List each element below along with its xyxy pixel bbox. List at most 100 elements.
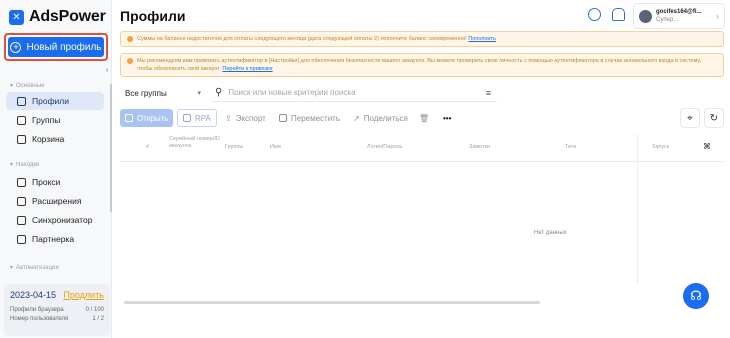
partner-icon bbox=[17, 234, 26, 244]
new-profile-button[interactable]: + Новый профиль bbox=[8, 37, 104, 57]
top-up-link[interactable]: Пополнить bbox=[468, 36, 496, 42]
column-note: Заметки bbox=[469, 144, 491, 150]
logo: ✕ AdsPower bbox=[9, 8, 106, 26]
browser-profiles-label: Профили браузера bbox=[10, 307, 64, 313]
section-label: Автоматизация bbox=[16, 264, 59, 271]
section-automation[interactable]: ▾ Автоматизация bbox=[10, 264, 59, 272]
page-title: Профили bbox=[120, 8, 186, 24]
group-select-value: Все группы bbox=[125, 88, 167, 98]
chevron-down-icon: ▾ bbox=[197, 90, 201, 97]
open-icon bbox=[125, 114, 133, 122]
column-settings-icon[interactable]: ⌘ bbox=[703, 143, 711, 151]
logo-text: AdsPower bbox=[29, 8, 106, 25]
warning-icon bbox=[127, 36, 133, 42]
balance-notice: Суммы на балансе недостаточно для оплаты… bbox=[120, 31, 724, 47]
sync-status-icon[interactable] bbox=[588, 8, 601, 21]
column-login: Логин/Пароль bbox=[367, 144, 403, 150]
empty-state: Нет данных bbox=[534, 230, 567, 236]
checkbox-column[interactable]: # bbox=[146, 144, 149, 151]
share-button[interactable]: ↗ Поделиться bbox=[348, 109, 413, 127]
support-button[interactable]: ☊ bbox=[683, 283, 709, 309]
horizontal-scrollbar[interactable] bbox=[124, 301, 540, 304]
warning-icon bbox=[127, 58, 133, 64]
open-button[interactable]: Открыть bbox=[120, 109, 174, 127]
filter-icon[interactable]: ≡ bbox=[486, 88, 491, 98]
sidebar-item-trash[interactable]: Корзина bbox=[6, 130, 104, 148]
section-finds[interactable]: ▾ Находки bbox=[10, 161, 40, 169]
subscription-panel: 2023-04-15 Продлить Профили браузера 0 /… bbox=[4, 284, 110, 336]
search-input[interactable] bbox=[228, 88, 469, 97]
adspower-logo-icon: ✕ bbox=[9, 9, 24, 25]
more-icon: ••• bbox=[443, 113, 452, 123]
user-number-value: 1 / 2 bbox=[92, 316, 104, 322]
move-icon bbox=[279, 114, 287, 122]
sidebar-item-label: Синхронизатор bbox=[32, 215, 93, 225]
chevron-down-icon: ▾ bbox=[10, 83, 14, 89]
chevron-down-icon: ▾ bbox=[10, 265, 14, 271]
rpa-label: RPA bbox=[195, 113, 211, 123]
pin-icon: ⌖ bbox=[687, 112, 693, 124]
avatar bbox=[639, 9, 652, 23]
trash-icon bbox=[17, 134, 26, 144]
move-button[interactable]: Переместить bbox=[274, 109, 345, 127]
sidebar-item-label: Корзина bbox=[32, 134, 65, 144]
puzzle-icon bbox=[17, 196, 26, 206]
export-button[interactable]: ⇪ Экспорт bbox=[220, 109, 271, 127]
search-bar: ⚲ ≡ bbox=[212, 84, 497, 102]
sidebar-item-partners[interactable]: Партнерка bbox=[6, 230, 104, 248]
table-header: # Серийный номер/ID аккаунта Группы Имя … bbox=[120, 134, 724, 162]
chevron-down-icon: ▾ bbox=[10, 162, 14, 168]
section-label: Основные bbox=[16, 82, 45, 89]
browser-profiles-value: 0 / 100 bbox=[85, 307, 104, 313]
search-icon: ⚲ bbox=[215, 87, 223, 98]
sync-icon bbox=[17, 215, 26, 225]
sidebar-scrollbar[interactable] bbox=[110, 84, 112, 212]
extend-link[interactable]: Продлить bbox=[63, 290, 104, 300]
proxy-icon bbox=[17, 177, 26, 187]
new-profile-highlight: + Новый профиль bbox=[4, 33, 108, 61]
share-label: Поделиться bbox=[363, 113, 408, 123]
section-label: Находки bbox=[16, 161, 40, 168]
authenticator-notice: Мы рекомендуем вам привязать аутентифика… bbox=[120, 53, 724, 77]
sidebar-item-proxy[interactable]: Прокси bbox=[6, 173, 104, 191]
more-button[interactable]: ••• bbox=[438, 109, 456, 127]
bind-authenticator-link[interactable]: Перейти к привязке bbox=[222, 66, 272, 72]
sidebar-item-label: Расширения bbox=[32, 196, 82, 206]
sidebar-item-profiles[interactable]: Профили bbox=[6, 92, 104, 110]
folder-icon bbox=[17, 96, 26, 106]
subscription-date: 2023-04-15 bbox=[10, 290, 57, 300]
open-label: Открыть bbox=[137, 113, 169, 123]
sidebar-item-extensions[interactable]: Расширения bbox=[6, 192, 104, 210]
sidebar-item-label: Прокси bbox=[32, 177, 61, 187]
notice-text: Суммы на балансе недостаточно для оплаты… bbox=[137, 36, 467, 42]
sidebar-item-synchronizer[interactable]: Синхронизатор bbox=[6, 211, 104, 229]
bell-icon[interactable] bbox=[612, 8, 625, 21]
group-select[interactable]: Все группы ▾ bbox=[120, 84, 206, 102]
sidebar-item-label: Группы bbox=[32, 115, 61, 125]
export-label: Экспорт bbox=[235, 113, 266, 123]
groups-icon bbox=[17, 115, 26, 125]
sidebar-item-label: Партнерка bbox=[32, 234, 75, 244]
refresh-button[interactable]: ↻ bbox=[704, 108, 724, 128]
refresh-icon: ↻ bbox=[709, 112, 719, 124]
column-name: Имя bbox=[270, 144, 281, 150]
app-window: ✕ AdsPower + Новый профиль ‹ ▾ Основные … bbox=[0, 0, 730, 338]
move-label: Переместить bbox=[291, 113, 341, 123]
headset-icon: ☊ bbox=[690, 288, 702, 303]
section-main[interactable]: ▾ Основные bbox=[10, 82, 45, 90]
plus-circle-icon: + bbox=[10, 41, 22, 53]
column-launch: Запуск bbox=[652, 144, 670, 150]
user-number-label: Номер пользователя bbox=[10, 316, 69, 322]
rpa-button[interactable]: RPA bbox=[177, 109, 217, 127]
column-group: Группы bbox=[225, 144, 244, 150]
new-profile-label: Новый профиль bbox=[26, 41, 102, 53]
robot-icon bbox=[183, 114, 191, 122]
collapse-sidebar-icon[interactable]: ‹ bbox=[106, 64, 112, 78]
sidebar-item-groups[interactable]: Группы bbox=[6, 111, 104, 129]
column-tags: Теги bbox=[565, 144, 577, 150]
user-menu[interactable]: gocifes164@fi... Супер... › bbox=[633, 3, 725, 29]
pin-button[interactable]: ⌖ bbox=[680, 108, 700, 128]
upload-icon: ⇪ bbox=[225, 113, 232, 123]
delete-button[interactable]: 🗑 bbox=[414, 109, 434, 127]
trash-icon: 🗑 bbox=[419, 113, 430, 123]
